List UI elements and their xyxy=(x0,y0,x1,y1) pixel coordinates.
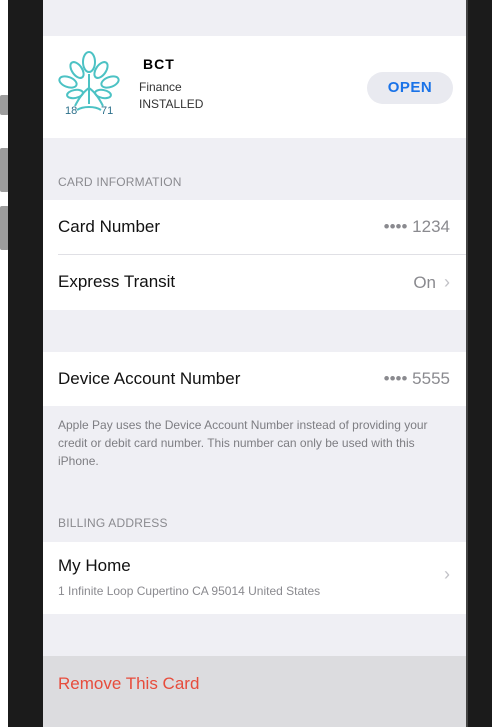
card-number-value: •••• 1234 xyxy=(383,217,450,236)
device-account-number-label: Device Account Number xyxy=(58,369,241,388)
app-header: 18 71 BCT Finance INSTALLED OPEN xyxy=(43,36,466,138)
open-app-button[interactable]: OPEN xyxy=(367,72,453,104)
chevron-right-icon: › xyxy=(444,564,450,584)
card-number-label: Card Number xyxy=(58,217,161,236)
app-category: Finance xyxy=(139,80,182,94)
express-transit-row[interactable]: Express Transit On › xyxy=(43,255,466,310)
billing-name: My Home xyxy=(58,556,131,575)
device-account-number-value: •••• 5555 xyxy=(383,369,450,388)
billing-address-text: 1 Infinite Loop Cupertino CA 95014 Unite… xyxy=(58,584,321,598)
logo-number-left: 18 xyxy=(65,105,77,117)
express-transit-value-wrap: On › xyxy=(413,272,450,293)
billing-chevron-wrap: › xyxy=(444,564,450,585)
device-account-footnote: Apple Pay uses the Device Account Number… xyxy=(58,418,428,468)
phone-frame: 18 71 BCT Finance INSTALLED OPEN CARD IN… xyxy=(0,0,498,727)
chevron-right-icon: › xyxy=(444,272,450,292)
billing-address-header: BILLING ADDRESS xyxy=(58,516,168,530)
card-information-header: CARD INFORMATION xyxy=(58,175,182,189)
express-transit-value: On xyxy=(413,273,436,292)
express-transit-label: Express Transit xyxy=(58,272,176,291)
device-bezel-right xyxy=(466,0,492,727)
bct-logo-icon: 18 71 xyxy=(58,51,120,117)
card-information-group: Card Number •••• 1234 Express Transit On… xyxy=(43,200,466,310)
billing-address-row[interactable]: My Home 1 Infinite Loop Cupertino CA 950… xyxy=(43,542,466,614)
device-account-number-row: Device Account Number •••• 5555 xyxy=(43,352,466,406)
remove-card-button[interactable]: Remove This Card xyxy=(43,656,466,727)
device-bezel-left xyxy=(8,0,45,727)
logo-number-right: 71 xyxy=(101,105,113,117)
app-status: INSTALLED xyxy=(139,97,204,111)
app-name: BCT xyxy=(143,56,175,72)
remove-card-label: Remove This Card xyxy=(58,674,200,693)
card-number-row: Card Number •••• 1234 xyxy=(43,200,466,254)
card-details-screen: 18 71 BCT Finance INSTALLED OPEN CARD IN… xyxy=(43,0,466,727)
